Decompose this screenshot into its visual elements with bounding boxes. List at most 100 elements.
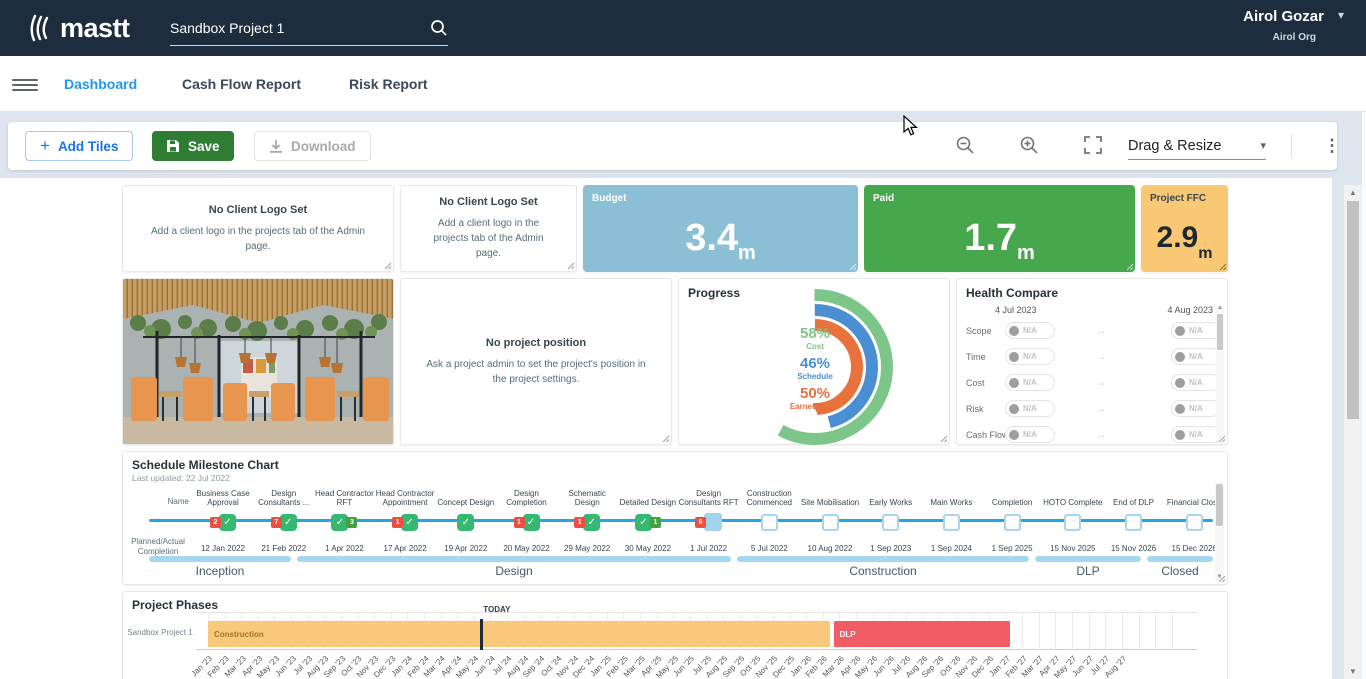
milestone[interactable]: Concept Design✓19 Apr 2022 <box>434 480 498 553</box>
resize-grip[interactable] <box>1217 434 1226 443</box>
milestone-status-icon: ✓ <box>280 514 297 531</box>
milestone[interactable]: HOTO Complete15 Nov 2025 <box>1041 480 1105 553</box>
phase-label: Inception <box>149 564 291 578</box>
health-status-value: N/A <box>1189 404 1203 413</box>
menu-icon[interactable] <box>12 76 38 94</box>
resize-grip[interactable] <box>939 434 948 443</box>
health-compare-tile[interactable]: Health Compare 4 Jul 2023 4 Aug 2023 Sco… <box>956 278 1228 445</box>
project-phases-tile[interactable]: Project Phases Sandbox Project 1 Jan '23… <box>122 591 1228 679</box>
milestone-status-icon <box>1186 514 1203 531</box>
milestone-late-badge: 6 <box>695 517 706 528</box>
milestone-status-icon: ✓ <box>583 514 600 531</box>
resize-grip[interactable] <box>1125 262 1134 271</box>
tab-dashboard[interactable]: Dashboard <box>64 56 137 111</box>
client-logo-title: No Client Logo Set <box>209 204 307 216</box>
milestone-marker: ✓3 <box>331 509 357 535</box>
tab-cash-flow-report[interactable]: Cash Flow Report <box>182 56 301 111</box>
milestone-name: End of DLP <box>1113 480 1154 507</box>
milestone[interactable]: Site Mobilisation10 Aug 2022 <box>798 480 862 553</box>
progress-tile[interactable]: Progress 58%Cost46%Schedule50%Earned Val… <box>678 278 950 445</box>
gantt-bar-construction[interactable]: Construction <box>208 621 830 647</box>
schedule-milestone-tile[interactable]: Schedule Milestone Chart Last updated: 2… <box>122 451 1228 585</box>
mode-select[interactable]: Drag & Resize ▾ <box>1128 132 1266 160</box>
add-tiles-button[interactable]: + Add Tiles <box>25 131 133 161</box>
gantt-bar-dlp[interactable]: DLP <box>834 621 1010 647</box>
scrollbar-thumb[interactable] <box>1347 201 1359 419</box>
health-status-value: N/A <box>1023 378 1037 387</box>
milestone[interactable]: Design Consultants RFT61 Jul 2022 <box>677 480 741 553</box>
health-scrollbar[interactable]: ▲ <box>1216 305 1224 437</box>
mastt-logo[interactable]: mastt <box>28 13 130 44</box>
project-photo-tile[interactable] <box>122 278 394 445</box>
gantt-today-label: TODAY <box>483 605 510 614</box>
milestone[interactable]: Main Works1 Sep 2024 <box>919 480 983 553</box>
zoom-out-icon[interactable] <box>954 135 976 157</box>
budget-stat-tile[interactable]: Budget 3.4m <box>583 185 858 272</box>
milestone[interactable]: Early Works1 Sep 2023 <box>859 480 923 553</box>
milestone-status-icon <box>822 514 839 531</box>
paid-stat-tile[interactable]: Paid 1.7m <box>864 185 1135 272</box>
scroll-up-icon[interactable]: ▲ <box>1216 305 1224 311</box>
milestone[interactable]: Schematic Design1✓29 May 2022 <box>555 480 619 553</box>
milestone-scrollbar[interactable]: ▼ <box>1215 482 1224 580</box>
scroll-down-icon[interactable]: ▼ <box>1344 667 1362 676</box>
milestone[interactable]: End of DLP15 Nov 2026 <box>1102 480 1166 553</box>
status-dot-icon <box>1009 352 1019 362</box>
client-logo-tile[interactable]: No Client Logo Set Add a client logo in … <box>122 185 394 272</box>
project-ffc-stat-tile[interactable]: Project FFC 2.9m <box>1141 185 1228 272</box>
resize-grip[interactable] <box>383 261 392 270</box>
status-dot-icon <box>1175 404 1185 414</box>
resize-grip[interactable] <box>1218 262 1227 271</box>
kebab-menu-icon[interactable]: ⋮ <box>1318 131 1346 161</box>
milestone[interactable]: Completion1 Sep 2025 <box>980 480 1044 553</box>
milestone[interactable]: Design Consultants ...7✓21 Feb 2022 <box>252 480 316 553</box>
gantt-plot: Jan '23Feb '23Mar '23Apr '23May '23Jun '… <box>196 592 1197 679</box>
project-position-tile[interactable]: No project position Ask a project admin … <box>400 278 672 445</box>
budget-value: 3.4 <box>685 219 738 257</box>
milestone-marker <box>822 509 839 535</box>
gantt-today-line <box>480 619 483 650</box>
project-search-input[interactable] <box>170 20 430 36</box>
milestone-name: Schematic Design <box>555 480 619 507</box>
brand-text: mastt <box>60 13 130 44</box>
progress-title: Progress <box>688 286 740 300</box>
health-status-pill: N/A <box>1005 400 1055 417</box>
milestone-marker: 1✓ <box>392 509 418 535</box>
gantt-gridline <box>1105 612 1106 650</box>
download-button[interactable]: Download <box>254 131 371 161</box>
phase-band <box>1147 556 1213 562</box>
resize-grip[interactable] <box>1217 574 1226 583</box>
resize-grip[interactable] <box>848 262 857 271</box>
health-row-label: Risk <box>966 404 984 414</box>
save-button[interactable]: Save <box>152 131 234 161</box>
health-status-pill: N/A <box>1005 374 1055 391</box>
milestone-name: Design Consultants RFT <box>677 480 741 507</box>
milestone-status-icon <box>761 514 778 531</box>
user-menu[interactable]: Airol Gozar▾ Airol Org <box>1243 8 1344 43</box>
progress-metric-value: 46% <box>745 355 885 372</box>
milestone-late-badge: 1 <box>574 517 585 528</box>
milestone[interactable]: Head Contractor RFT✓31 Apr 2022 <box>312 480 376 553</box>
milestone[interactable]: Business Case Approval2✓12 Jan 2022 <box>191 480 255 553</box>
gantt-gridline <box>1072 612 1073 650</box>
health-status-value: N/A <box>1023 430 1037 439</box>
health-status-value: N/A <box>1189 378 1203 387</box>
milestone[interactable]: Head Contractor Appointment1✓17 Apr 2022 <box>373 480 437 553</box>
resize-grip[interactable] <box>566 261 575 270</box>
fullscreen-icon[interactable] <box>1082 135 1104 157</box>
phase-band <box>1035 556 1141 562</box>
milestone[interactable]: Detailed Design✓130 May 2022 <box>616 480 680 553</box>
gantt-row-label: Sandbox Project 1 <box>127 628 193 637</box>
zoom-in-icon[interactable] <box>1018 135 1040 157</box>
scroll-up-icon[interactable]: ▲ <box>1344 188 1362 197</box>
tab-risk-report[interactable]: Risk Report <box>349 56 428 111</box>
milestone[interactable]: Construction Commenced5 Jul 2022 <box>737 480 801 553</box>
gantt-gridline <box>1055 612 1056 650</box>
milestone-name: Head Contractor Appointment <box>373 480 437 507</box>
search-icon[interactable] <box>430 19 448 37</box>
milestone[interactable]: Design Completion1✓20 May 2022 <box>495 480 559 553</box>
page-scrollbar[interactable]: ▲ ▼ <box>1344 185 1362 679</box>
health-row-label: Time <box>966 352 986 362</box>
client-logo-tile-2[interactable]: No Client Logo Set Add a client logo in … <box>400 185 577 272</box>
resize-grip[interactable] <box>661 434 670 443</box>
